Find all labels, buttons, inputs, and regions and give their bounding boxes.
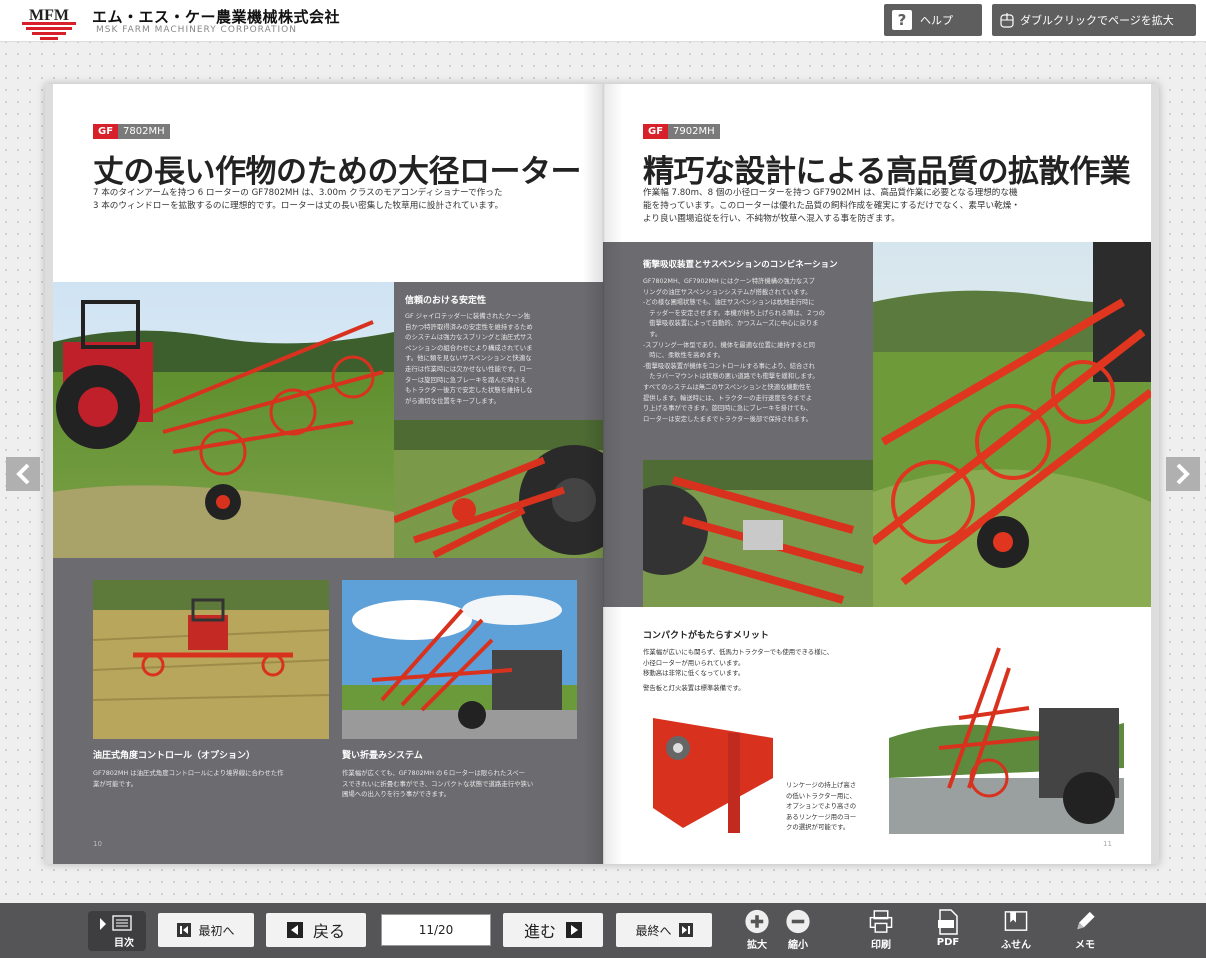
zoom-out-button[interactable]: 縮小	[776, 909, 820, 951]
suspension-body: GF7802MH、GF7902MH にはクーン特許機構の強力なスプ リングの油圧…	[643, 278, 825, 423]
pdf-button[interactable]: PDF	[923, 909, 973, 951]
triangle-left-icon	[286, 922, 303, 938]
model-tag-right: GF 7902MH	[643, 124, 720, 139]
app-header: MFM エム・エス・ケー農業機械株式会社 MSK FARM MACHINERY …	[0, 0, 1206, 42]
question-icon: ?	[892, 10, 912, 30]
pdf-file-icon	[938, 909, 958, 935]
photo-tractor-tedder	[53, 282, 394, 558]
bottom-toolbar: 目次 最初へ 戻る 進む 最終へ 拡大 縮小 印刷 PDF	[0, 903, 1206, 958]
bookmark-icon	[1004, 911, 1028, 931]
back-button[interactable]: 戻る	[266, 913, 366, 947]
photo-compact-transport	[889, 628, 1124, 834]
double-click-zoom-hint-button[interactable]: ダブルクリックでページを拡大	[992, 4, 1196, 36]
lead-text-left: 7 本のタインアームを持つ 6 ローターの GF7802MH は、3.00m ク…	[93, 188, 504, 211]
suspension-heading: 衝撃吸収装置とサスペンションのコンビネーション	[643, 260, 838, 270]
chevron-left-icon	[16, 463, 30, 485]
printer-icon	[869, 910, 893, 933]
compact-body: 作業幅が広いにも関らず、低馬力トラクターでも使用できる様に、 小径ローターが用い…	[643, 648, 834, 692]
page-number-left: 10	[93, 840, 102, 848]
page-title-right: 精巧な設計による高品質の拡散作業	[643, 154, 1131, 190]
help-label: ヘルプ	[920, 14, 953, 27]
page-title-left: 丈の長い作物のための大径ローター	[93, 154, 582, 190]
page-number-right: 11	[1103, 840, 1112, 848]
photo-tedder-in-motion	[873, 242, 1151, 607]
angle-control-body: GF7802MH は油圧式角度コントロールにより境界線に合わせた作 業が可能です…	[93, 769, 284, 788]
company-name: エム・エス・ケー農業機械株式会社	[92, 8, 341, 26]
linkage-body: リンケージの持上げ高さ の低いトラクター用に、 オプションでより高さの あるリン…	[786, 781, 857, 832]
help-button[interactable]: ? ヘルプ	[884, 4, 982, 36]
folding-body: 作業幅が広くても、GF7802MH の６ローターは限られたスペー スできれいに折…	[342, 769, 534, 799]
svg-text:MFM: MFM	[29, 7, 69, 24]
book-spread[interactable]: GF 7802MH 丈の長い作物のための大径ローター 7 本のタインアームを持つ…	[45, 84, 1159, 864]
angle-control-heading: 油圧式角度コントロール（オプション）	[93, 751, 256, 761]
company-subtitle: MSK FARM MACHINERY CORPORATION	[96, 25, 297, 35]
next-page-arrow[interactable]	[1166, 457, 1200, 491]
toc-list-icon	[100, 915, 132, 931]
page-number-input[interactable]	[381, 914, 491, 946]
prev-page-arrow[interactable]	[6, 457, 40, 491]
next-button[interactable]: 進む	[503, 913, 603, 947]
compact-heading: コンパクトがもたらすメリット	[643, 631, 769, 641]
model-tag-left: GF 7802MH	[93, 124, 170, 139]
pencil-icon	[1077, 911, 1095, 930]
chevron-right-icon	[1176, 463, 1190, 485]
last-page-button[interactable]: 最終へ	[616, 913, 712, 947]
print-button[interactable]: 印刷	[856, 909, 906, 951]
stability-body: GF ジャイロテッダーに装備されたクーン独 自かつ特許取得済みの安定性を維持する…	[405, 312, 533, 405]
folding-heading: 賢い折畳みシステム	[342, 751, 423, 761]
sticky-note-button[interactable]: ふせん	[991, 909, 1041, 951]
lead-text-right: 作業幅 7.80m、8 個の小径ローターを持つ GF7902MH は、高品質作業…	[643, 188, 1020, 224]
toc-button[interactable]: 目次	[88, 911, 146, 951]
page-left[interactable]: GF 7802MH 丈の長い作物のための大径ローター 7 本のタインアームを持つ…	[53, 84, 603, 864]
photo-field-tractor	[93, 580, 329, 739]
cursor-click-icon	[1000, 13, 1014, 28]
page-right[interactable]: GF 7902MH 精巧な設計による高品質の拡散作業 作業幅 7.80m、8 個…	[603, 84, 1151, 864]
mfm-logo: MFM	[22, 7, 76, 40]
suspension-panel-extension	[603, 460, 643, 607]
stability-heading: 信頼のおける安定性	[405, 296, 487, 306]
photo-wheel-closeup	[394, 420, 603, 558]
photo-suspension-closeup	[643, 460, 873, 607]
memo-button[interactable]: メモ	[1060, 909, 1110, 951]
triangle-right-icon	[566, 922, 582, 938]
zoom-in-button[interactable]: 拡大	[735, 909, 779, 951]
first-page-button[interactable]: 最初へ	[158, 913, 254, 947]
minus-circle-icon	[786, 909, 810, 934]
skip-last-icon	[678, 923, 693, 937]
zoom-hint-label: ダブルクリックでページを拡大	[1020, 14, 1174, 27]
skip-first-icon	[177, 923, 192, 937]
photo-folded-tedder	[342, 580, 577, 739]
plus-circle-icon	[745, 909, 769, 934]
photo-linkage-closeup	[643, 708, 783, 838]
